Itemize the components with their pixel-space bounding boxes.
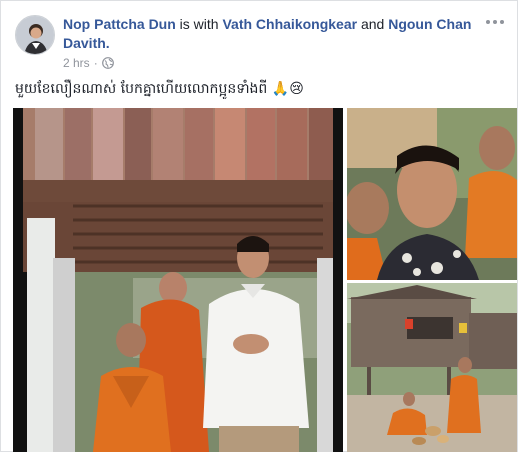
post-card: Nop Pattcha Dun is with Vath Chhaikongke… bbox=[0, 0, 518, 452]
more-options-icon[interactable] bbox=[485, 15, 505, 29]
photo-bottom-right[interactable] bbox=[347, 283, 517, 452]
post-timestamp[interactable]: 2 hrs bbox=[63, 56, 90, 70]
post-meta: 2 hrs · bbox=[63, 56, 114, 70]
meta-separator: · bbox=[93, 56, 98, 70]
tagged-user-1[interactable]: Vath Chhaikongkear bbox=[222, 16, 357, 32]
with-text: is with bbox=[179, 16, 219, 32]
post-header: Nop Pattcha Dun is with Vath Chhaikongke… bbox=[63, 15, 473, 53]
and-text: and bbox=[360, 16, 385, 32]
photo-main[interactable] bbox=[13, 108, 343, 452]
globe-icon[interactable] bbox=[101, 57, 114, 69]
photo-top-right[interactable] bbox=[347, 108, 517, 280]
author-avatar[interactable] bbox=[15, 15, 55, 55]
post-caption: មួយខែលឿនណាស់ បែកគ្នាហើយលោកប្អូនទាំងពី 🙏😢 bbox=[15, 81, 304, 97]
author-name[interactable]: Nop Pattcha Dun bbox=[63, 16, 176, 32]
